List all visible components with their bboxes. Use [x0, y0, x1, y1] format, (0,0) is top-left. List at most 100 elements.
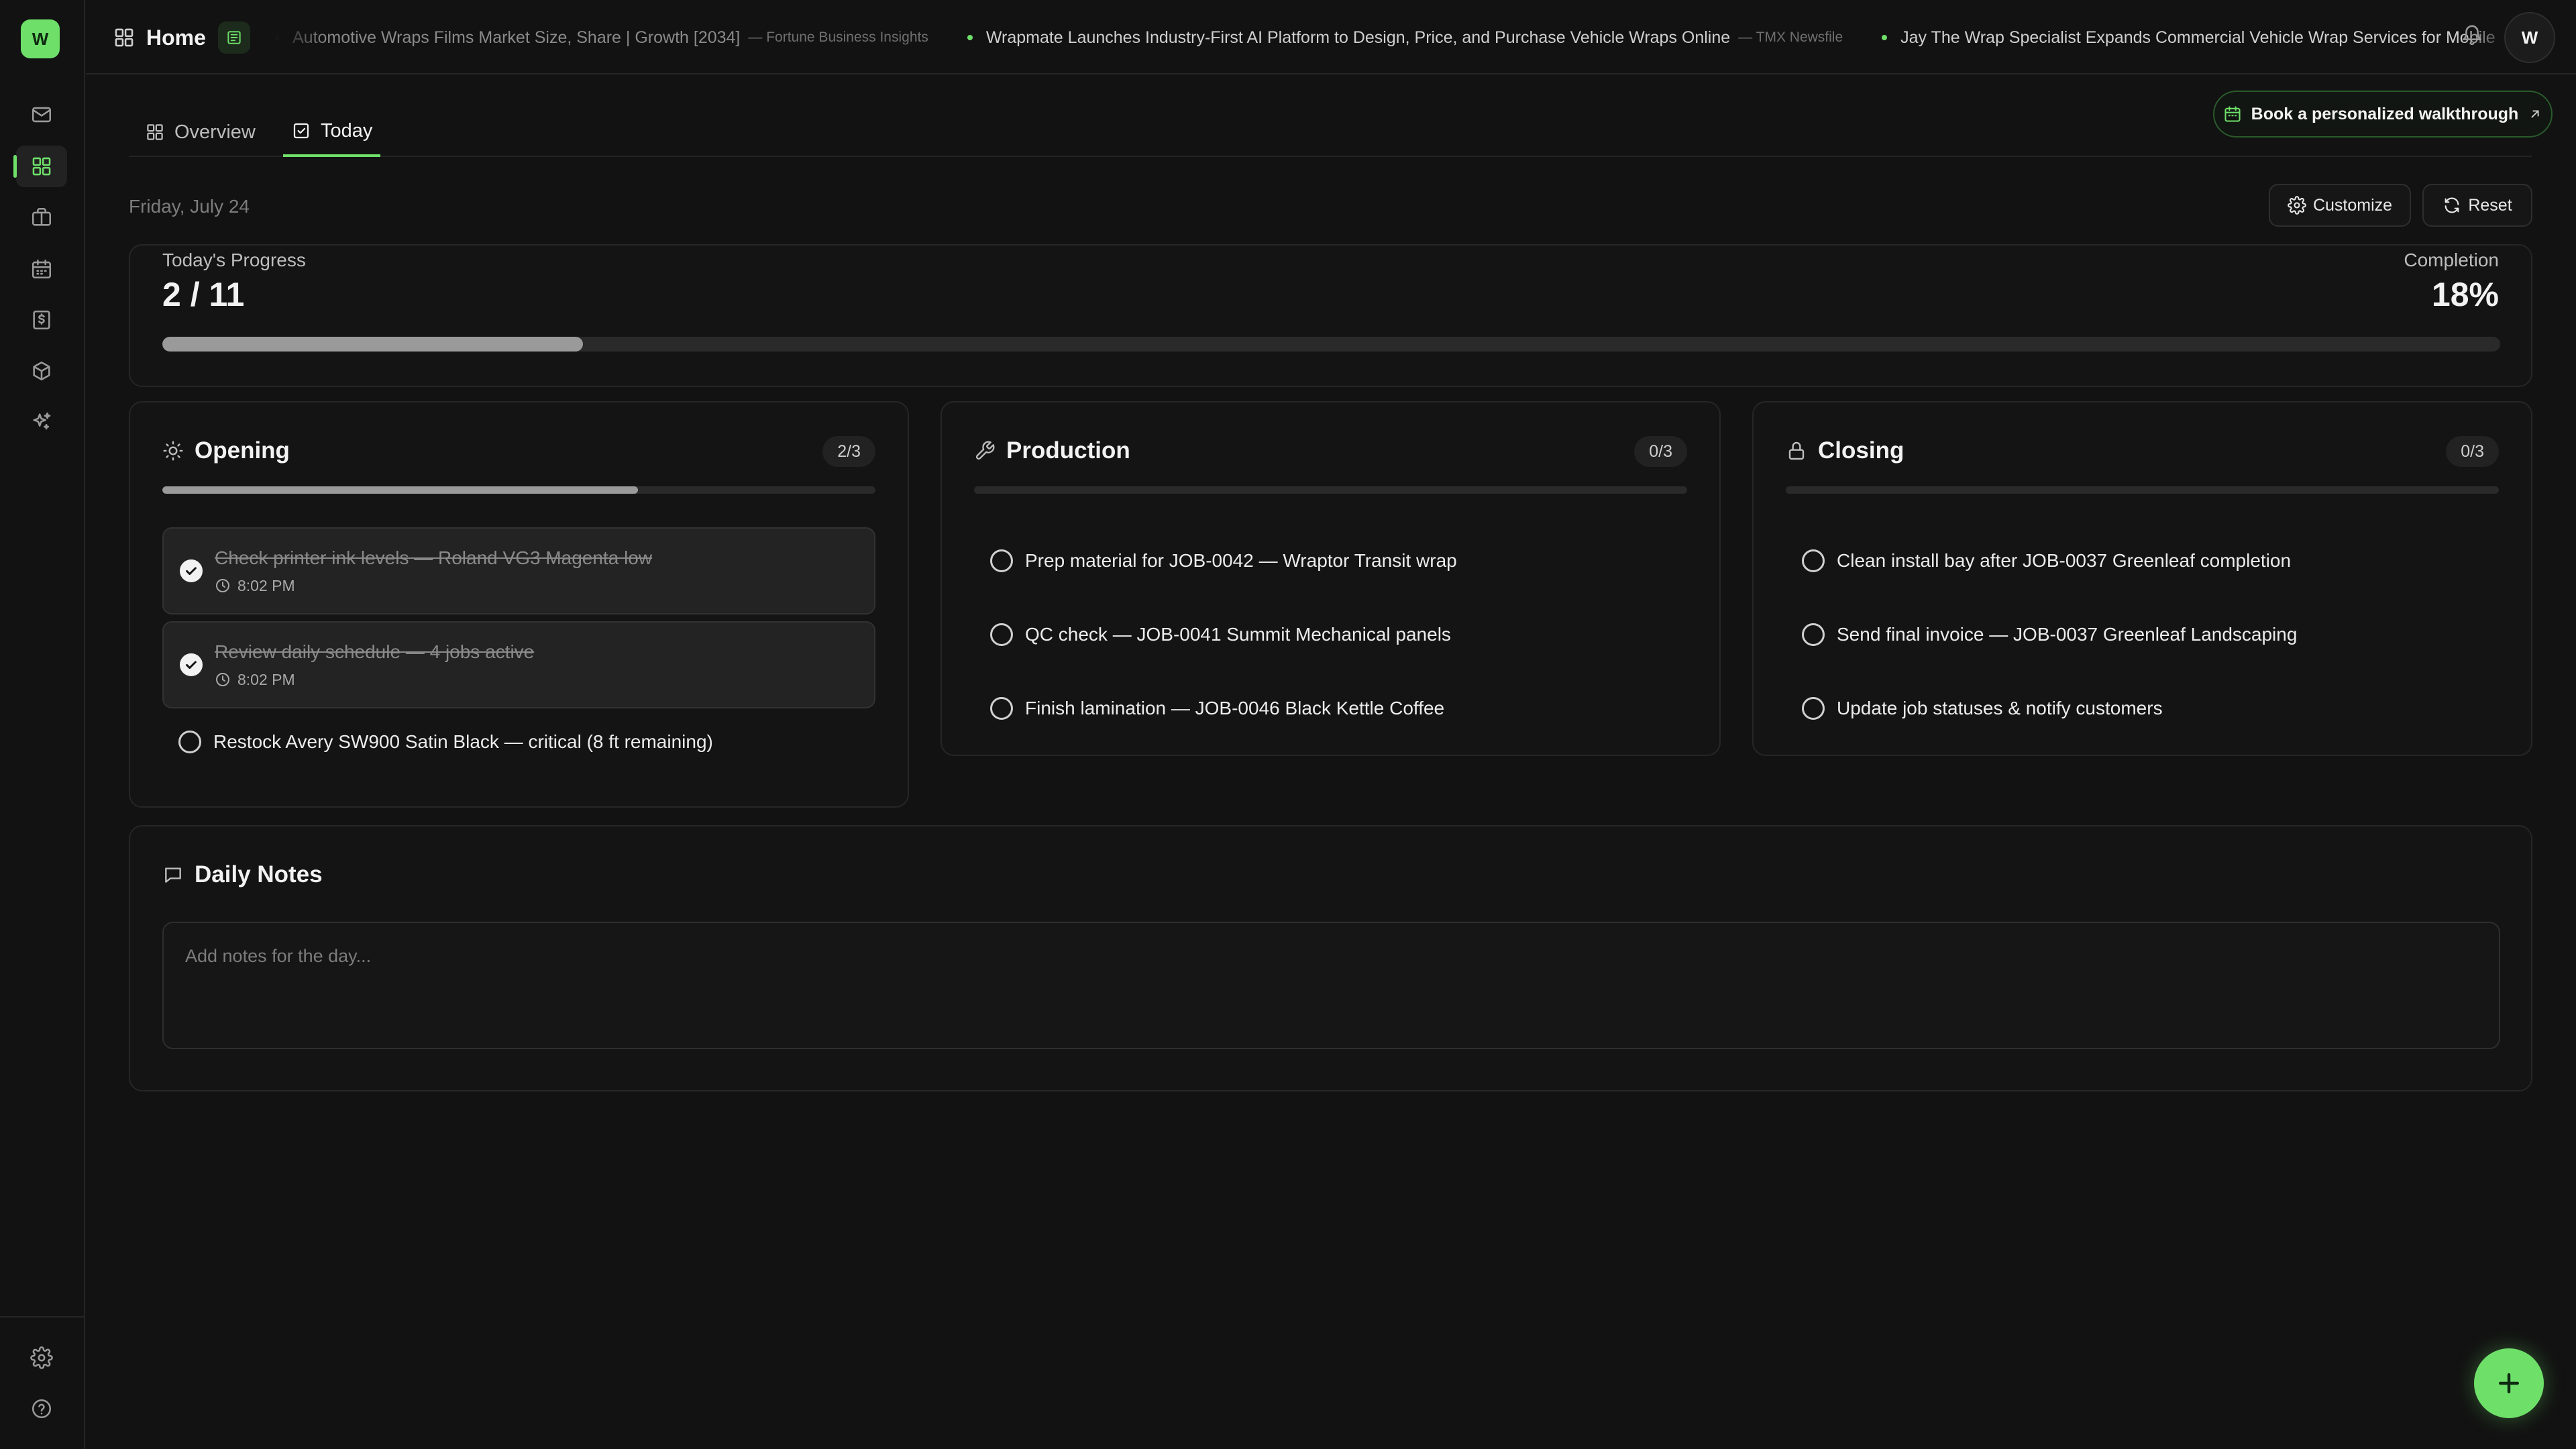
- briefcase-icon: [32, 207, 52, 226]
- task-checkbox[interactable]: [1802, 697, 1825, 720]
- progress-bar-fill: [162, 337, 584, 352]
- task-checkbox[interactable]: [990, 623, 1013, 646]
- nav-dashboard[interactable]: [13, 146, 67, 187]
- task-item[interactable]: Restock Avery SW900 Satin Black — critic…: [162, 715, 875, 769]
- section-header: Production: [974, 435, 1130, 467]
- plus-icon: [2498, 1373, 2520, 1394]
- section-title: Daily Notes: [195, 861, 323, 888]
- nav-calendar[interactable]: [16, 248, 67, 290]
- task-checkbox[interactable]: [990, 697, 1013, 720]
- task-body: Review daily schedule — 4 jobs active 8:…: [215, 641, 534, 689]
- news-item[interactable]: Wrapmate Launches Industry-First AI Plat…: [967, 28, 1843, 48]
- news-ticker: Automotive Wraps Films Market Size, Shar…: [274, 20, 2514, 55]
- app-logo[interactable]: W: [21, 19, 60, 58]
- book-walkthrough-button[interactable]: Book a personalized walkthrough: [2213, 91, 2553, 138]
- nav-mail[interactable]: [16, 94, 67, 136]
- bell-icon[interactable]: [2461, 24, 2483, 47]
- avatar[interactable]: W: [2504, 12, 2555, 63]
- nav-ai[interactable]: [16, 401, 67, 443]
- task-item[interactable]: Prep material for JOB-0042 — Wraptor Tra…: [974, 527, 1687, 594]
- news-source: — TMX Newsfile: [1738, 30, 1843, 45]
- nav-help[interactable]: [16, 1388, 67, 1430]
- newspaper-icon: [227, 31, 241, 44]
- task-checkbox[interactable]: [1802, 549, 1825, 572]
- task-item[interactable]: Update job statuses & notify customers: [1786, 675, 2499, 742]
- task-item[interactable]: Review daily schedule — 4 jobs active 8:…: [162, 621, 875, 708]
- section-header: Closing: [1786, 435, 1904, 467]
- section-count-badge: 2/3: [822, 436, 875, 467]
- clock-icon: [216, 673, 229, 686]
- task-list: Clean install bay after JOB-0037 Greenle…: [1786, 527, 2499, 749]
- news-title: Jay The Wrap Specialist Expands Commerci…: [1900, 28, 2496, 47]
- sparkles-icon: [33, 412, 51, 430]
- section-count-badge: 0/3: [2446, 436, 2499, 467]
- breadcrumb: Home: [113, 20, 250, 55]
- task-time-value: 8:02 PM: [237, 670, 295, 688]
- add-button[interactable]: [2474, 1348, 2544, 1418]
- tab-label: Overview: [174, 121, 256, 143]
- task-checkbox[interactable]: [180, 559, 203, 582]
- tab-overview[interactable]: Overview: [145, 107, 256, 157]
- reset-button[interactable]: Reset: [2422, 184, 2532, 227]
- task-checkbox[interactable]: [990, 549, 1013, 572]
- customize-label: Customize: [2312, 195, 2393, 215]
- news-dot: [274, 35, 279, 40]
- dashboard-icon: [32, 157, 51, 176]
- sun-icon: [163, 441, 183, 461]
- nav-inventory[interactable]: [16, 350, 67, 392]
- task-item[interactable]: Clean install bay after JOB-0037 Greenle…: [1786, 527, 2499, 594]
- daily-notes-input[interactable]: [162, 922, 2500, 1049]
- sidebar-divider: [0, 1316, 85, 1318]
- dashboard-icon: [147, 124, 163, 140]
- news-title: Wrapmate Launches Industry-First AI Plat…: [985, 28, 1731, 47]
- nav-jobs[interactable]: [16, 197, 67, 238]
- progress-bar: [162, 337, 2500, 352]
- refresh-icon: [2445, 197, 2459, 213]
- help-icon: [32, 1399, 52, 1419]
- task-item[interactable]: Finish lamination — JOB-0046 Black Kettl…: [974, 675, 1687, 742]
- tab-today[interactable]: Today: [283, 107, 381, 157]
- box-icon: [33, 361, 50, 381]
- settings-icon: [2288, 196, 2306, 215]
- calendar-icon: [32, 259, 52, 279]
- task-text: Update job statuses & notify customers: [1837, 698, 2163, 718]
- page-title: Home: [146, 25, 206, 50]
- nav-invoices[interactable]: [16, 299, 67, 341]
- section-progress-bar: [162, 486, 875, 494]
- news-badge[interactable]: [217, 21, 250, 54]
- news-dot: [967, 35, 973, 40]
- task-checkbox[interactable]: [1802, 623, 1825, 646]
- lock-icon: [1788, 441, 1805, 460]
- check-icon: [186, 661, 197, 669]
- task-checkbox[interactable]: [178, 731, 201, 753]
- news-item[interactable]: Automotive Wraps Films Market Size, Shar…: [274, 28, 928, 48]
- check-icon: [186, 567, 197, 576]
- task-text: Clean install bay after JOB-0037 Greenle…: [1837, 550, 2292, 571]
- task-item[interactable]: Send final invoice — JOB-0037 Greenleaf …: [1786, 601, 2499, 668]
- task-list: Prep material for JOB-0042 — Wraptor Tra…: [974, 527, 1687, 749]
- wrench-icon: [975, 441, 995, 460]
- task-text: Restock Avery SW900 Satin Black — critic…: [213, 731, 713, 752]
- task-time-value: 8:02 PM: [237, 576, 295, 594]
- task-text: Finish lamination — JOB-0046 Black Kettl…: [1025, 698, 1445, 718]
- task-list: Check printer ink levels — Roland VG3 Ma…: [162, 527, 875, 775]
- news-source: — Fortune Business Insights: [748, 30, 928, 45]
- task-text: QC check — JOB-0041 Summit Mechanical pa…: [1025, 624, 1451, 645]
- invoice-icon: [33, 310, 50, 330]
- section-header: Daily Notes: [162, 859, 323, 891]
- task-item[interactable]: Check printer ink levels — Roland VG3 Ma…: [162, 527, 875, 614]
- tab-bar: Overview Today: [129, 107, 2532, 157]
- customize-button[interactable]: Customize: [2269, 184, 2411, 227]
- task-checkbox[interactable]: [180, 653, 203, 676]
- news-item[interactable]: Jay The Wrap Specialist Expands Commerci…: [1882, 28, 2503, 48]
- task-time: 8:02 PM: [215, 577, 652, 595]
- walkthrough-label: Book a personalized walkthrough: [2251, 104, 2519, 123]
- task-item[interactable]: QC check — JOB-0041 Summit Mechanical pa…: [974, 601, 1687, 668]
- mail-icon: [32, 107, 52, 123]
- dashboard-icon: [115, 28, 133, 47]
- news-dot: [1882, 35, 1888, 40]
- settings-icon: [30, 1346, 53, 1369]
- message-square-icon: [165, 867, 181, 883]
- clock-icon: [216, 579, 229, 592]
- nav-settings[interactable]: [16, 1337, 67, 1379]
